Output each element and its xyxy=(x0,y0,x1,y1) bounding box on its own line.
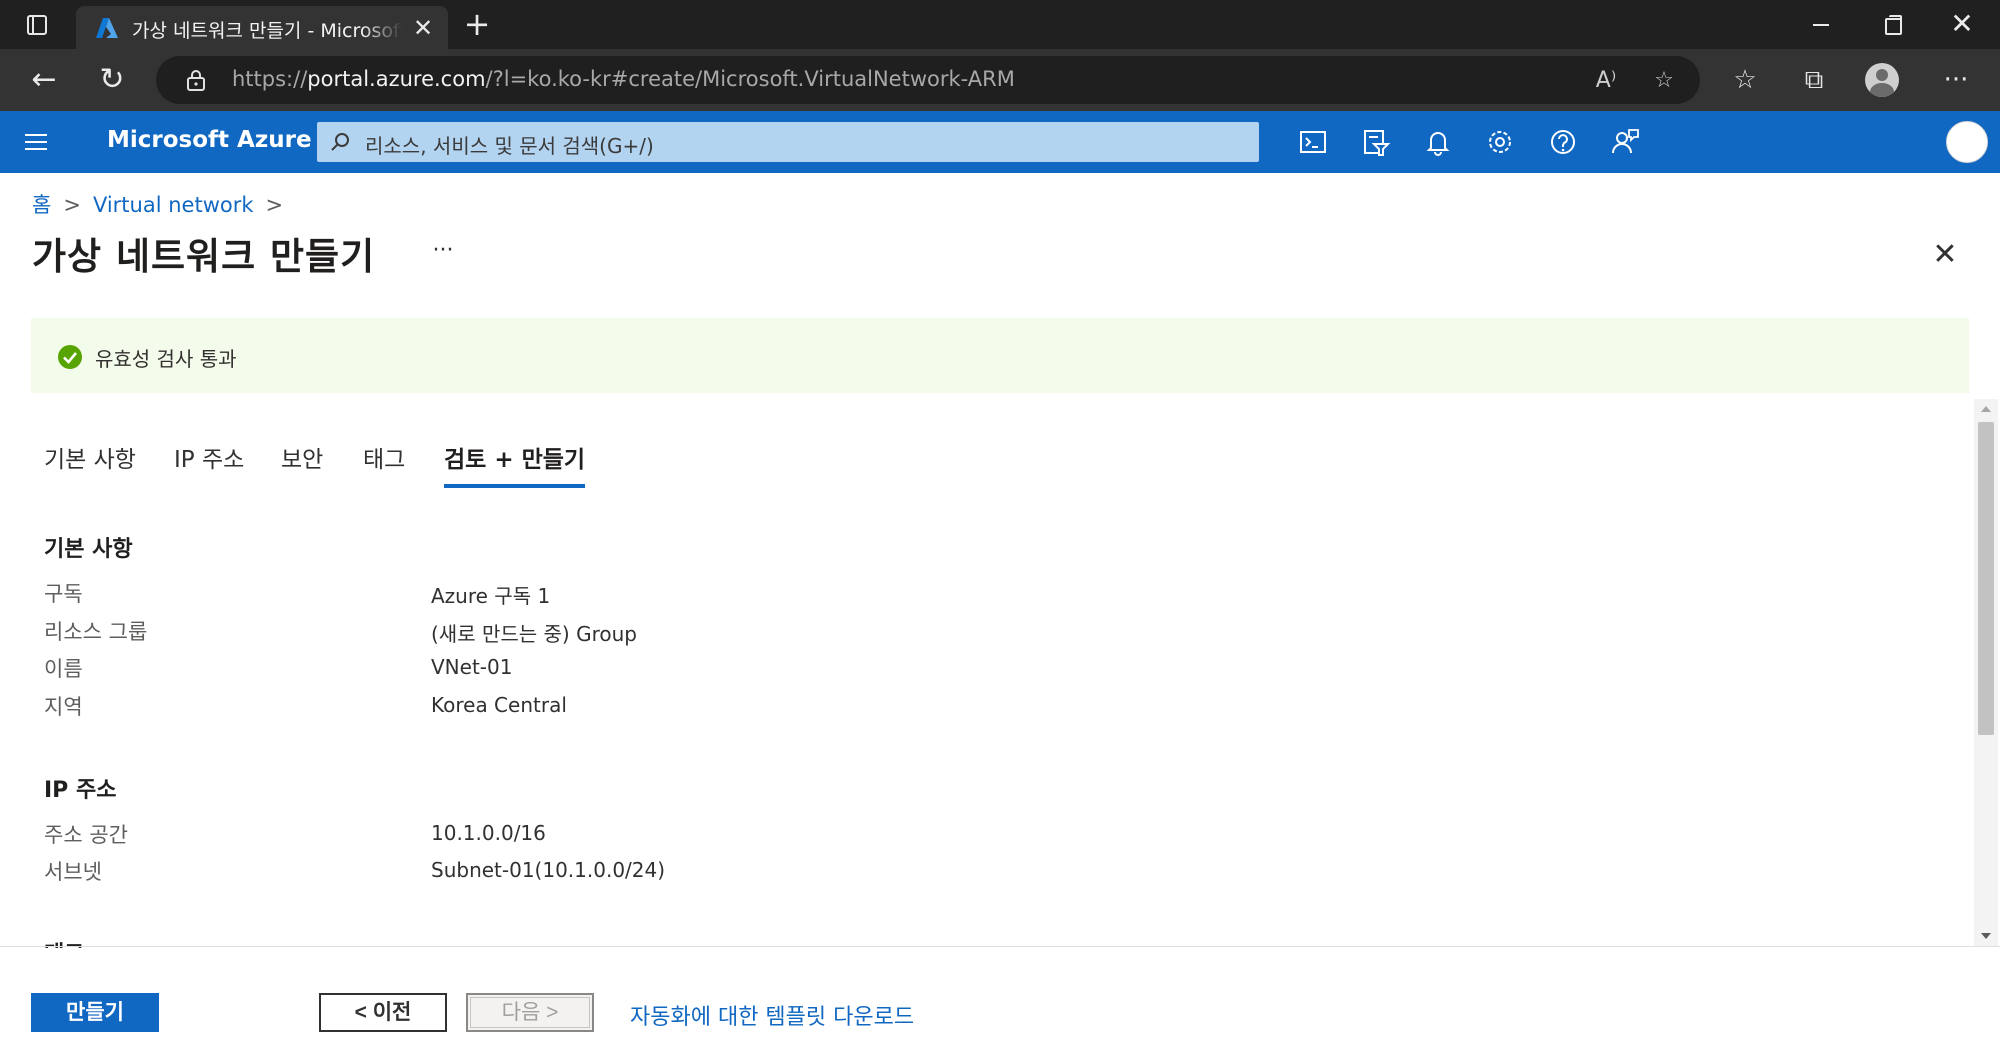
row-label-resource-group: 리소스 그룹 xyxy=(44,620,148,644)
breadcrumb-separator: > xyxy=(265,193,284,217)
breadcrumb-virtual-network[interactable]: Virtual network xyxy=(93,193,254,217)
azure-top-bar: Microsoft Azure 리소스, 서비스 및 문서 검색(G+/) xyxy=(0,111,2000,173)
lock-icon[interactable] xyxy=(186,69,206,91)
new-tab-button[interactable]: + xyxy=(460,8,494,40)
window-restore-button[interactable] xyxy=(1868,8,1914,40)
tab-tags[interactable]: 태그 xyxy=(363,440,405,484)
azure-favicon-icon xyxy=(96,18,118,38)
row-label-address-space: 주소 공간 xyxy=(44,823,128,847)
row-label-subnet: 서브넷 xyxy=(44,860,102,884)
breadcrumb: 홈 > Virtual network > xyxy=(32,189,295,217)
browser-menu-icon[interactable]: ··· xyxy=(1938,63,1974,97)
check-circle-icon xyxy=(58,345,82,369)
window-close-button[interactable]: ✕ xyxy=(1939,8,1985,40)
add-favorite-icon[interactable]: ☆ xyxy=(1648,66,1680,96)
cloud-shell-icon[interactable] xyxy=(1295,124,1331,160)
breadcrumb-home[interactable]: 홈 xyxy=(32,193,51,217)
row-label-region: 지역 xyxy=(44,695,83,719)
row-value-name: VNet-01 xyxy=(431,655,513,679)
url-field[interactable]: https://portal.azure.com/?l=ko.ko-kr#cre… xyxy=(156,56,1700,104)
browser-profile-icon[interactable] xyxy=(1864,63,1900,97)
row-value-region: Korea Central xyxy=(431,693,567,717)
row-value-subscription: Azure 구독 1 xyxy=(431,584,551,608)
feedback-icon[interactable] xyxy=(1607,124,1643,160)
help-icon[interactable] xyxy=(1545,124,1581,160)
window-minimize-button[interactable] xyxy=(1797,8,1843,40)
scroll-up-arrow-icon[interactable] xyxy=(1974,399,1998,419)
tab-ip-addresses[interactable]: IP 주소 xyxy=(174,440,244,484)
next-button[interactable]: 다음 > xyxy=(466,993,594,1032)
tab-actions-icon[interactable] xyxy=(14,10,60,40)
row-label-subscription: 구독 xyxy=(44,582,83,606)
portal-menu-icon[interactable] xyxy=(22,127,52,157)
browser-tab-title: 가상 네트워크 만들기 - Microsoft Azure xyxy=(132,20,402,40)
browser-tab-active[interactable]: 가상 네트워크 만들기 - Microsoft Azure ✕ xyxy=(76,6,448,49)
scrollbar-thumb[interactable] xyxy=(1978,422,1994,735)
create-button[interactable]: 만들기 xyxy=(31,993,159,1032)
url-path: /?l=ko.ko-kr#create/Microsoft.VirtualNet… xyxy=(485,67,1015,91)
tab-security[interactable]: 보안 xyxy=(281,440,323,484)
content-scrollbar[interactable] xyxy=(1974,399,1998,946)
url-text: https://portal.azure.com/?l=ko.ko-kr#cre… xyxy=(232,67,1015,95)
tab-close-icon[interactable]: ✕ xyxy=(410,15,436,41)
validation-banner: 유효성 검사 통과 xyxy=(31,318,1969,393)
search-icon xyxy=(331,133,349,151)
download-template-link[interactable]: 자동화에 대한 템플릿 다운로드 xyxy=(630,999,914,1031)
read-aloud-icon[interactable]: A⁾ xyxy=(1590,66,1622,96)
browser-tab-bar: 가상 네트워크 만들기 - Microsoft Azure ✕ + ✕ xyxy=(0,0,2000,49)
row-label-name: 이름 xyxy=(44,657,83,681)
url-scheme: https:// xyxy=(232,67,308,91)
footer-divider xyxy=(0,946,2000,947)
section-heading-basics: 기본 사항 xyxy=(44,537,133,562)
account-avatar[interactable] xyxy=(1946,121,1988,163)
back-button[interactable]: ← xyxy=(24,61,64,99)
page-title: 가상 네트워크 만들기 xyxy=(32,235,376,278)
refresh-button[interactable]: ↻ xyxy=(92,61,132,99)
previous-button[interactable]: < 이전 xyxy=(319,993,447,1032)
breadcrumb-separator: > xyxy=(63,193,81,217)
settings-gear-icon[interactable] xyxy=(1482,124,1518,160)
azure-brand[interactable]: Microsoft Azure xyxy=(107,127,312,157)
more-options-icon[interactable]: ··· xyxy=(428,236,458,266)
scroll-down-arrow-icon[interactable] xyxy=(1974,926,1998,946)
row-value-address-space: 10.1.0.0/16 xyxy=(431,821,546,845)
search-placeholder: 리소스, 서비스 및 문서 검색(G+/) xyxy=(365,134,654,158)
favorites-icon[interactable]: ☆ xyxy=(1727,63,1763,97)
notifications-icon[interactable] xyxy=(1420,124,1456,160)
directory-filter-icon[interactable] xyxy=(1358,124,1394,160)
url-host: portal.azure.com xyxy=(307,67,486,91)
validation-message: 유효성 검사 통과 xyxy=(95,347,237,371)
tab-review-create[interactable]: 검토 + 만들기 xyxy=(444,440,586,488)
close-blade-button[interactable]: ✕ xyxy=(1930,240,1960,270)
row-value-subnet: Subnet-01(10.1.0.0/24) xyxy=(431,858,666,882)
tab-basics[interactable]: 기본 사항 xyxy=(44,440,136,484)
browser-address-bar: ← ↻ https://portal.azure.com/?l=ko.ko-kr… xyxy=(0,49,2000,111)
collections-icon[interactable]: ⧉ xyxy=(1796,63,1832,97)
global-search-input[interactable]: 리소스, 서비스 및 문서 검색(G+/) xyxy=(317,122,1259,162)
row-value-resource-group: (새로 만드는 중) Group xyxy=(431,622,637,646)
section-heading-ip-addresses: IP 주소 xyxy=(44,778,117,803)
